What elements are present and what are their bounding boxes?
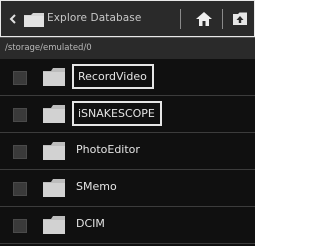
- toolbar-divider: [180, 9, 181, 29]
- folder-name: PhotoEditor: [76, 143, 140, 156]
- folder-icon: [43, 105, 65, 123]
- list-item[interactable]: PhotoEditor: [0, 133, 255, 170]
- toolbar: Explore Database: [0, 0, 255, 37]
- item-checkbox[interactable]: [13, 182, 27, 196]
- item-checkbox[interactable]: [13, 71, 27, 85]
- back-button[interactable]: [5, 7, 45, 31]
- toolbar-divider: [222, 9, 223, 29]
- folder-up-icon: [233, 12, 247, 25]
- home-button[interactable]: [191, 7, 217, 31]
- item-checkbox[interactable]: [13, 108, 27, 122]
- folder-icon: [24, 13, 44, 27]
- folder-name: SMemo: [76, 180, 117, 193]
- folder-name: RecordVideo: [72, 64, 154, 89]
- item-checkbox[interactable]: [13, 145, 27, 159]
- folder-icon: [43, 179, 65, 197]
- folder-up-button[interactable]: [227, 7, 253, 31]
- folder-list: RecordVideo iSNAKESCOPE PhotoEditor SMem…: [0, 59, 255, 244]
- folder-icon: [43, 216, 65, 234]
- folder-icon: [43, 68, 65, 86]
- item-checkbox[interactable]: [13, 219, 27, 233]
- file-explorer-window: Explore Database /storage/emulated/0 Rec…: [0, 0, 255, 246]
- folder-name: iSNAKESCOPE: [72, 101, 162, 126]
- toolbar-title: Explore Database: [47, 12, 142, 24]
- list-item[interactable]: DCIM: [0, 207, 255, 244]
- folder-icon: [43, 142, 65, 160]
- list-item[interactable]: RecordVideo: [0, 59, 255, 96]
- list-item[interactable]: iSNAKESCOPE: [0, 96, 255, 133]
- folder-name: DCIM: [76, 217, 105, 230]
- current-path: /storage/emulated/0: [5, 43, 92, 53]
- chevron-left-icon: [9, 14, 16, 24]
- home-icon: [196, 12, 212, 26]
- list-item[interactable]: SMemo: [0, 170, 255, 207]
- path-bar: /storage/emulated/0: [0, 37, 255, 59]
